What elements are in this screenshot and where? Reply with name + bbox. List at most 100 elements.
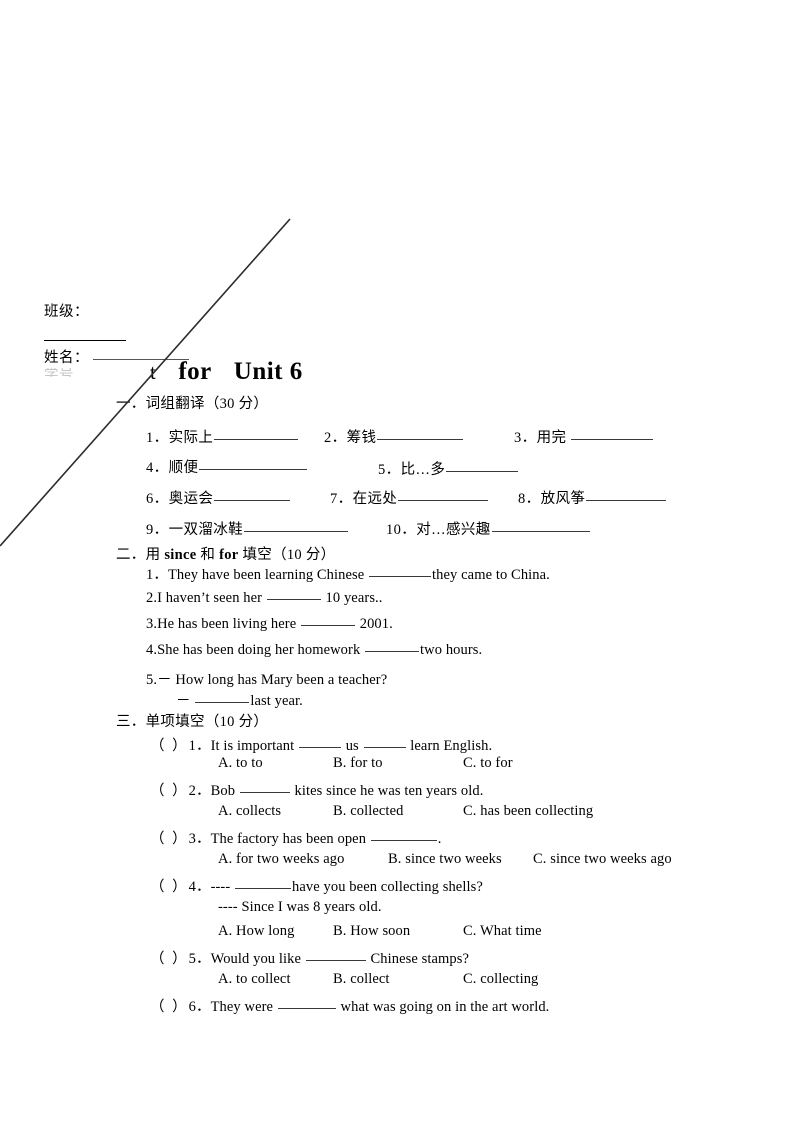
mc-item-5-option-a[interactable]: A. to collect [218, 971, 291, 988]
student-id-label: 学号 [44, 368, 74, 377]
phrase-item-7-blank[interactable] [398, 500, 489, 501]
phrase-item-5-blank[interactable] [446, 471, 519, 472]
mc-item-4-answer-box[interactable]: （ ） [150, 875, 189, 896]
since-for-item-2-pre: I haven’t seen her [157, 590, 266, 606]
section-2-heading: 二．用 since 和 for 填空（10 分） [116, 543, 336, 564]
mc-item-1-answer-box[interactable]: （ ） [150, 734, 189, 755]
mc-item-2-blank-1[interactable] [239, 792, 290, 793]
mc-item-2-option-c[interactable]: C. has been collecting [463, 803, 593, 820]
since-for-item-1-blank[interactable] [369, 576, 432, 577]
worksheet-page: 班级： 姓名： 学号 t for Unit 6 一．词组翻译（30 分） 1．实际上… [0, 0, 800, 1132]
mc-item-1-option-b[interactable]: B. for to [333, 755, 383, 772]
mc-item-5-stem-pre: Would you like [210, 951, 305, 967]
section-3-title: 单项填空 [145, 714, 205, 730]
phrase-item-8-no: 8． [518, 491, 541, 507]
mc-item-4-option-c[interactable]: C. What time [463, 923, 542, 940]
since-for-item-3-pre: He has been living here [157, 616, 300, 632]
mc-item-1-stem-mid: us [341, 738, 363, 754]
mc-item-5-option-b[interactable]: B. collect [333, 971, 390, 988]
mc-item-4: （ ）4．---- have you been collecting shell… [150, 875, 483, 896]
phrase-item-5: 5．比…多 [378, 458, 519, 479]
since-for-item-4-pre: She has been doing her homework [157, 642, 365, 658]
mc-item-4-sub-line: ---- Since I was 8 years old. [218, 899, 382, 915]
mc-item-4-stem-pre: ---- [210, 879, 235, 895]
mc-item-4-blank-1[interactable] [235, 888, 292, 889]
phrase-item-9-blank[interactable] [244, 531, 349, 532]
mc-item-2-stem-pre: Bob [210, 783, 239, 799]
phrase-item-1-no: 1． [146, 430, 169, 446]
since-for-item-5-answer-blank[interactable] [195, 702, 250, 703]
phrase-item-5-text: 比…多 [400, 462, 446, 478]
phrase-item-10-text: 对…感兴趣 [416, 522, 491, 538]
since-for-item-2-post: 10 years.. [321, 590, 383, 606]
phrase-item-4-text: 顺便 [168, 460, 199, 476]
since-for-item-4-post: two hours. [420, 642, 483, 658]
mc-item-1-stem-pre: It is important [210, 738, 298, 754]
mc-item-2-answer-box[interactable]: （ ） [150, 779, 189, 800]
mc-item-1: （ ）1．It is important us learn English. [150, 734, 492, 755]
phrase-item-2: 2．筹钱 [324, 426, 464, 447]
mc-item-4-option-a[interactable]: A. How long [218, 923, 294, 940]
phrase-item-7-text: 在远处 [352, 491, 398, 507]
mc-item-3-stem-pre: The factory has been open [210, 831, 370, 847]
phrase-item-4: 4．顺便 [146, 456, 308, 477]
mc-item-6-blank-1[interactable] [277, 1008, 336, 1009]
mc-item-2: （ ）2．Bob kites since he was ten years ol… [150, 779, 483, 800]
section-3-heading: 三．单项填空（10 分） [116, 710, 268, 731]
since-for-item-1-no: 1． [146, 567, 168, 583]
section-2-keyword-since: since [164, 547, 197, 563]
phrase-item-10-no: 10． [386, 522, 417, 538]
since-for-item-5-pre: － How long has Mary been a teacher? [157, 672, 388, 688]
mc-item-1-option-c[interactable]: C. to for [463, 755, 513, 772]
since-for-item-3-blank[interactable] [301, 625, 355, 626]
mc-item-5-answer-box[interactable]: （ ） [150, 947, 189, 968]
mc-item-1-stem-post: learn English. [406, 738, 493, 754]
mc-item-1-blank-1[interactable] [298, 747, 341, 748]
mc-item-3-no: 3． [188, 831, 211, 847]
phrase-item-4-blank[interactable] [199, 469, 308, 470]
since-for-item-1-pre: They have been learning Chinese [167, 567, 369, 583]
mc-item-3-option-b[interactable]: B. since two weeks [388, 851, 502, 868]
phrase-item-7: 7．在远处 [330, 487, 489, 508]
mc-item-5-option-c[interactable]: C. collecting [463, 971, 538, 988]
since-for-item-5-answer-post: last year. [250, 693, 303, 709]
section-1-points: （30 分） [204, 396, 269, 412]
mc-item-4-no: 4． [188, 879, 211, 895]
phrase-item-8-blank[interactable] [586, 500, 667, 501]
mc-item-1-blank-2[interactable] [363, 747, 406, 748]
mc-item-1-option-a[interactable]: A. to to [218, 755, 263, 772]
mc-item-3-option-c[interactable]: C. since two weeks ago [533, 851, 672, 868]
since-for-item-4-blank[interactable] [365, 651, 420, 652]
phrase-item-4-no: 4． [146, 460, 169, 476]
mc-item-2-stem-post: kites since he was ten years old. [290, 783, 484, 799]
section-1-number: 一． [116, 396, 146, 412]
mc-item-2-option-b[interactable]: B. collected [333, 803, 403, 820]
since-for-item-5: 5.－ How long has Mary been a teacher? [146, 668, 387, 689]
mc-item-3-blank-1[interactable] [370, 840, 437, 841]
mc-item-2-option-a[interactable]: A. collects [218, 803, 281, 820]
phrase-item-1: 1．实际上 [146, 426, 299, 447]
phrase-item-6-blank[interactable] [214, 500, 291, 501]
mc-item-3: （ ）3．The factory has been open . [150, 827, 442, 848]
section-2-points: （10 分） [272, 547, 336, 563]
since-for-item-5-answer-pre: － [176, 693, 195, 709]
mc-item-3-option-a[interactable]: A. for two weeks ago [218, 851, 344, 868]
phrase-item-9-no: 9． [146, 522, 169, 538]
mc-item-6-answer-box[interactable]: （ ） [150, 995, 189, 1016]
phrase-item-1-text: 实际上 [168, 430, 214, 446]
mc-item-3-answer-box[interactable]: （ ） [150, 827, 189, 848]
section-2-number: 二． [116, 547, 146, 563]
mc-item-5-blank-1[interactable] [305, 960, 366, 961]
phrase-item-2-blank[interactable] [377, 439, 464, 440]
phrase-item-10-blank[interactable] [491, 531, 590, 532]
since-for-item-2-blank[interactable] [266, 599, 321, 600]
mc-item-6-stem-post: what was going on in the art world. [336, 999, 550, 1015]
mc-item-6-stem-pre: They were [210, 999, 277, 1015]
mc-item-4-option-b[interactable]: B. How soon [333, 923, 410, 940]
phrase-item-8: 8．放风筝 [518, 487, 667, 508]
phrase-item-3-blank[interactable] [571, 439, 654, 440]
section-1-heading: 一．词组翻译（30 分） [116, 392, 268, 413]
section-2-keyword-for: for [219, 547, 239, 563]
mc-item-5-no: 5． [188, 951, 211, 967]
phrase-item-1-blank[interactable] [214, 439, 299, 440]
